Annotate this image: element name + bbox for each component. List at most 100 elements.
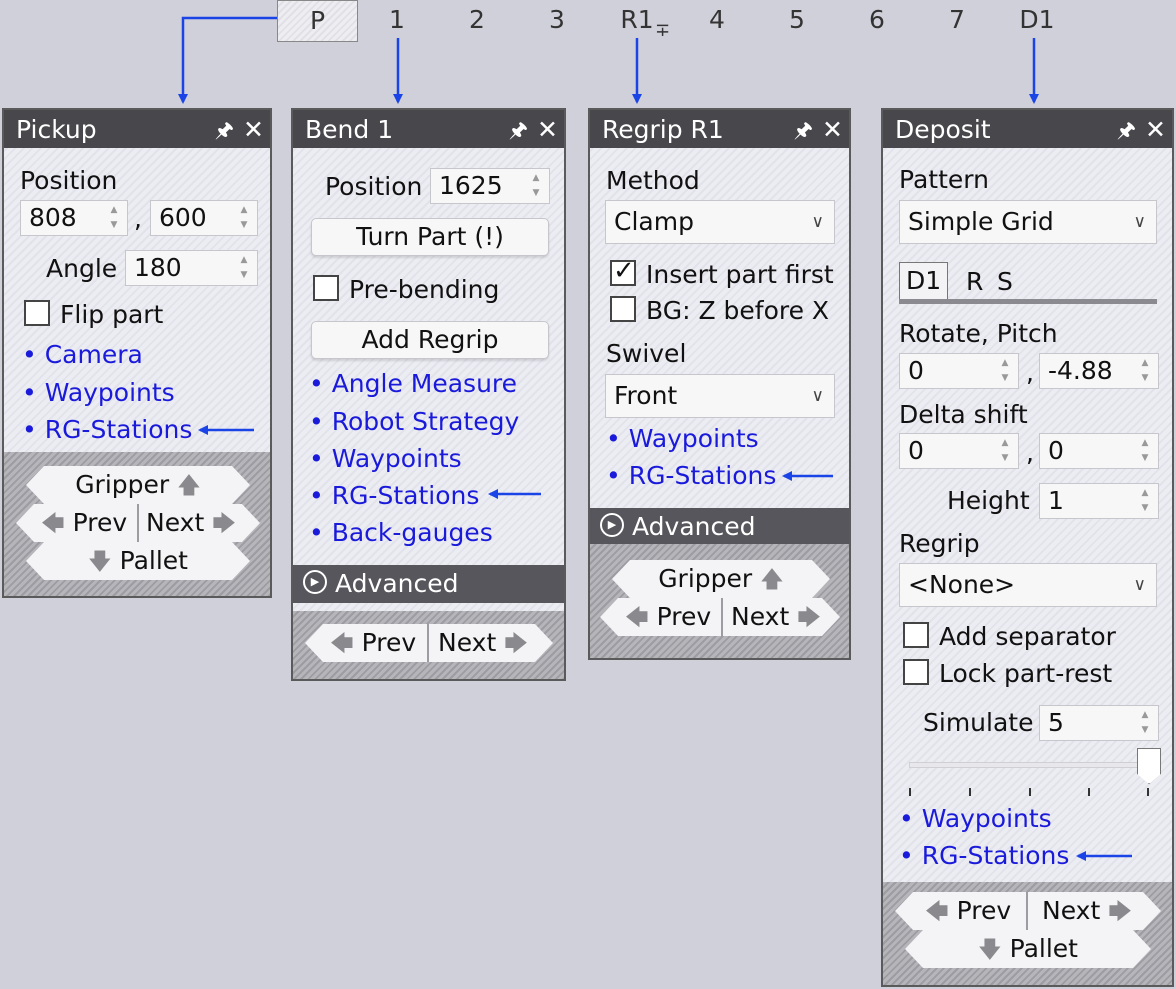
method-select[interactable]: Clamp ∨: [605, 200, 835, 244]
camera-link[interactable]: • Camera: [22, 340, 143, 369]
waypoints-link[interactable]: • Waypoints: [22, 378, 175, 407]
swivel-select[interactable]: Front ∨: [605, 374, 835, 418]
pallet-button[interactable]: 🡇 Pallet: [905, 930, 1151, 968]
regrip-panel: Regrip R1 🖈 ✕ Method Clamp ∨ ✓ Insert pa…: [588, 108, 851, 660]
close-icon[interactable]: ✕: [243, 110, 264, 150]
step-6[interactable]: 6: [857, 4, 897, 36]
position-y-value: 600: [159, 203, 207, 232]
advanced-section[interactable]: ▶ Advanced: [590, 508, 849, 546]
robot-strategy-link[interactable]: • Robot Strategy: [309, 407, 519, 436]
arrow-up-icon: 🡅: [760, 567, 784, 593]
arrow-right-icon: 🡆: [797, 605, 821, 631]
waypoints-link[interactable]: • Waypoints: [899, 804, 1052, 833]
chevron-down-icon: ∨: [811, 212, 824, 232]
bend-title-bar: Bend 1 🖈 ✕: [293, 110, 564, 148]
step-7[interactable]: 7: [937, 4, 977, 36]
bg-z-before-x-checkbox[interactable]: [610, 296, 636, 322]
pin-icon[interactable]: 🖈: [1117, 110, 1136, 150]
next-button[interactable]: Next 🡆: [724, 598, 828, 636]
tab-r[interactable]: R: [966, 264, 983, 300]
spin-arrows-icon[interactable]: ▲ ▼: [1134, 436, 1156, 466]
advanced-section[interactable]: ▶ Advanced: [293, 565, 564, 603]
add-separator-label: Add separator: [939, 622, 1116, 651]
close-icon[interactable]: ✕: [537, 110, 558, 150]
slider-tick: [909, 788, 911, 796]
pitch-input[interactable]: -4.88 ▲ ▼: [1039, 353, 1159, 389]
tab-d1[interactable]: D1: [899, 262, 949, 300]
tab-s[interactable]: S: [997, 264, 1013, 300]
spin-arrows-icon[interactable]: ▲ ▼: [994, 356, 1016, 386]
pin-icon[interactable]: 🖈: [215, 110, 234, 150]
angle-input[interactable]: 180 ▲ ▼: [125, 250, 258, 286]
step-2[interactable]: 2: [457, 4, 497, 36]
arrow-right-icon: 🡆: [1108, 899, 1132, 925]
rg-stations-link[interactable]: • RG-Stations: [309, 481, 479, 510]
prev-button[interactable]: 🡄 Prev: [321, 624, 425, 662]
add-separator-checkbox[interactable]: [903, 622, 929, 648]
pattern-select[interactable]: Simple Grid ∨: [899, 200, 1157, 244]
rg-stations-link[interactable]: • RG-Stations: [606, 461, 776, 490]
step-d1[interactable]: D1: [1012, 4, 1062, 36]
step-3[interactable]: 3: [537, 4, 577, 36]
simulate-slider-track[interactable]: [909, 762, 1153, 768]
simulate-input[interactable]: 5 ▲ ▼: [1039, 705, 1159, 741]
step-1[interactable]: 1: [377, 4, 417, 36]
step-4[interactable]: 4: [697, 4, 737, 36]
angle-measure-link[interactable]: • Angle Measure: [309, 369, 517, 398]
pallet-button[interactable]: 🡇 Pallet: [26, 542, 250, 580]
next-label: Next: [731, 602, 790, 631]
prebending-checkbox[interactable]: [313, 275, 339, 301]
delta-x-value: 0: [908, 436, 924, 465]
waypoints-link[interactable]: • Waypoints: [606, 424, 759, 453]
step-pickup[interactable]: P: [277, 0, 358, 42]
slider-tick: [969, 788, 971, 796]
spin-arrows-icon[interactable]: ▲ ▼: [233, 203, 255, 233]
close-icon[interactable]: ✕: [1145, 110, 1166, 150]
position-x-input[interactable]: 808 ▲ ▼: [20, 200, 128, 236]
prev-button[interactable]: 🡄 Prev: [913, 892, 1023, 930]
add-regrip-button[interactable]: Add Regrip: [311, 321, 549, 359]
checkmark-icon: ✓: [613, 256, 635, 286]
position-y-input[interactable]: 600 ▲ ▼: [150, 200, 258, 236]
prev-button[interactable]: 🡄 Prev: [34, 504, 134, 542]
waypoints-link[interactable]: • Waypoints: [309, 444, 462, 473]
next-button[interactable]: Next 🡆: [141, 504, 241, 542]
turn-part-button[interactable]: Turn Part (!): [311, 218, 549, 256]
next-label: Next: [146, 508, 205, 537]
panel-title: Deposit: [895, 115, 991, 144]
back-gauges-link[interactable]: • Back-gauges: [309, 518, 493, 547]
simulate-slider-thumb[interactable]: [1137, 748, 1161, 784]
gripper-button[interactable]: Gripper 🡅: [26, 466, 250, 504]
bg-z-before-x-label: BG: Z before X: [646, 296, 830, 325]
position-input[interactable]: 1625 ▲ ▼: [430, 168, 550, 204]
insert-part-checkbox[interactable]: ✓: [610, 256, 636, 286]
regrip-select[interactable]: <None> ∨: [899, 563, 1157, 607]
spin-arrows-icon[interactable]: ▲ ▼: [1134, 708, 1156, 738]
flip-part-checkbox[interactable]: [24, 300, 50, 326]
spin-arrows-icon[interactable]: ▲ ▼: [233, 253, 255, 283]
step-5[interactable]: 5: [777, 4, 817, 36]
rg-stations-link[interactable]: • RG-Stations: [22, 415, 192, 444]
next-button[interactable]: Next 🡆: [1030, 892, 1144, 930]
spin-arrows-icon[interactable]: ▲ ▼: [994, 436, 1016, 466]
delta-y-input[interactable]: 0 ▲ ▼: [1039, 433, 1159, 469]
spin-arrows-icon[interactable]: ▲ ▼: [103, 203, 125, 233]
pin-icon[interactable]: 🖈: [794, 110, 813, 150]
chevron-down-icon: ∨: [1133, 212, 1146, 232]
spin-arrows-icon[interactable]: ▲ ▼: [525, 171, 547, 201]
next-button[interactable]: Next 🡆: [431, 624, 535, 662]
spin-arrows-icon[interactable]: ▲ ▼: [1134, 486, 1156, 516]
pin-icon[interactable]: 🖈: [509, 110, 528, 150]
rg-stations-link[interactable]: • RG-Stations: [899, 841, 1069, 870]
close-icon[interactable]: ✕: [822, 110, 843, 150]
prev-button[interactable]: 🡄 Prev: [616, 598, 720, 636]
lock-part-rest-checkbox[interactable]: [903, 659, 929, 685]
prev-label: Prev: [956, 896, 1012, 925]
bend-nav: 🡄 Prev Next 🡆: [293, 611, 564, 679]
delta-x-input[interactable]: 0 ▲ ▼: [899, 433, 1019, 469]
comma-separator: ,: [134, 204, 142, 233]
rotate-input[interactable]: 0 ▲ ▼: [899, 353, 1019, 389]
spin-arrows-icon[interactable]: ▲ ▼: [1134, 356, 1156, 386]
gripper-button[interactable]: Gripper 🡅: [612, 560, 830, 598]
height-input[interactable]: 1 ▲ ▼: [1039, 483, 1159, 519]
